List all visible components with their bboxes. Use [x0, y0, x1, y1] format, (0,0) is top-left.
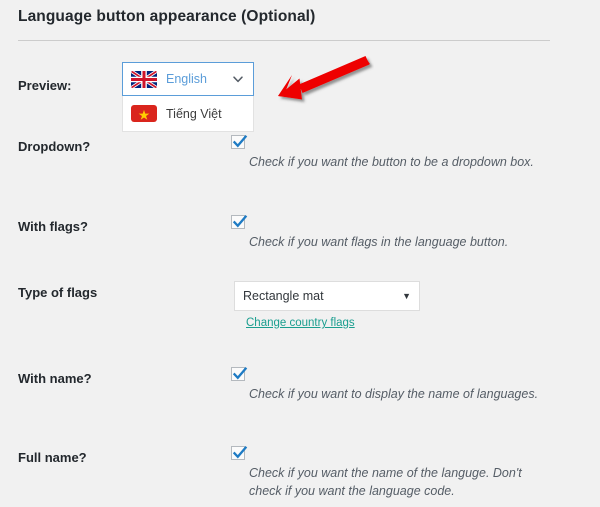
chevron-down-icon: [231, 72, 245, 86]
type-of-flags-selected-value: Rectangle mat: [243, 289, 324, 303]
change-country-flags-link[interactable]: Change country flags: [246, 317, 355, 329]
row-label-dropdown: Dropdown?: [18, 139, 91, 154]
checkmark-icon: [232, 214, 248, 228]
row-label-with-name: With name?: [18, 371, 92, 386]
checkbox-with-name[interactable]: [231, 366, 248, 381]
row-label-full-name: Full name?: [18, 450, 87, 465]
row-label-type-of-flags: Type of flags: [18, 285, 98, 300]
page-title: Language button appearance (Optional): [18, 8, 316, 25]
checkbox-with-flags[interactable]: [231, 214, 248, 229]
checkbox-full-name[interactable]: [231, 445, 248, 460]
row-description-with-flags: Check if you want flags in the language …: [249, 235, 509, 249]
row-description-with-name: Check if you want to display the name of…: [249, 387, 539, 401]
language-dropdown-selected-label: English: [166, 72, 207, 86]
vietnam-flag-icon: [131, 105, 157, 122]
row-description-full-name: Check if you want the name of the langug…: [249, 466, 522, 499]
row-label-preview: Preview:: [18, 78, 72, 93]
checkmark-icon: [232, 366, 248, 380]
chevron-down-icon: ▼: [402, 290, 411, 301]
language-dropdown-trigger[interactable]: English: [122, 62, 254, 96]
uk-flag-icon: [131, 70, 157, 88]
checkbox-dropdown[interactable]: [231, 134, 248, 149]
red-arrow-icon: [252, 52, 374, 108]
checkmark-icon: [232, 134, 248, 148]
row-label-with-flags: With flags?: [18, 219, 88, 234]
language-dropdown-option-label: Tiếng Việt: [166, 106, 222, 121]
row-description-dropdown: Check if you want the button to be a dro…: [249, 155, 534, 169]
language-button-preview: English Tiếng Việt: [122, 62, 254, 132]
checkmark-icon: [232, 445, 248, 459]
type-of-flags-select[interactable]: Rectangle mat ▼: [234, 281, 420, 311]
title-divider: [18, 40, 550, 41]
language-dropdown-option-vietnamese[interactable]: Tiếng Việt: [122, 96, 254, 132]
